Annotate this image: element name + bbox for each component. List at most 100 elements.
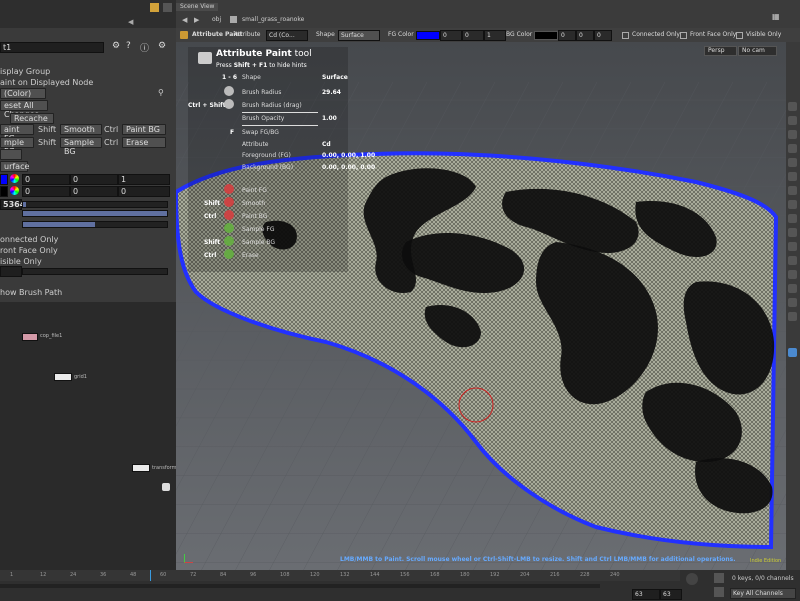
surface-dropdown[interactable]: urface	[0, 161, 29, 172]
info-icon[interactable]: ⓘ	[140, 41, 150, 54]
toolbar-fg-g[interactable]: 0	[462, 30, 484, 41]
color-wheel-icon-2[interactable]	[10, 186, 19, 195]
toolbar-attribute-dropdown[interactable]: Cd (Co...	[266, 30, 308, 41]
render-icon[interactable]	[788, 298, 797, 307]
toolbar-fg-swatch[interactable]	[416, 31, 440, 40]
timeline-tick: 156	[400, 572, 410, 578]
settings-icon[interactable]: ⚙	[158, 41, 168, 51]
display-options-icon[interactable]	[788, 130, 797, 139]
tab-scene-view[interactable]: Scene View	[176, 3, 219, 11]
toolbar-bg-r[interactable]: 0	[558, 30, 576, 41]
toolbar-bg-g[interactable]: 0	[576, 30, 594, 41]
forward-arrow-icon[interactable]: ▶	[194, 16, 199, 24]
timeline-tick: 204	[520, 572, 530, 578]
grid-icon[interactable]	[788, 214, 797, 223]
visible-field[interactable]	[0, 266, 22, 277]
bg-g-field[interactable]: 0	[70, 186, 118, 197]
transform-node[interactable]	[132, 464, 150, 472]
toolbar-front-face-only[interactable]: Front Face Only	[690, 31, 736, 38]
fg-color-swatch[interactable]	[0, 174, 8, 185]
front-face-only-label[interactable]: ront Face Only	[0, 246, 58, 257]
show-brush-path-label[interactable]: how Brush Path	[0, 288, 62, 299]
bg-color-swatch[interactable]	[0, 186, 8, 197]
toolbar-fg-b[interactable]: 1	[484, 30, 506, 41]
reset-all-changes-button[interactable]: eset All Changes	[0, 100, 48, 119]
hint-brush-radius-drag-label: Brush Radius (drag)	[242, 102, 302, 109]
node-name-field[interactable]: t1	[0, 42, 104, 53]
gear-icon[interactable]: ⚙	[112, 41, 122, 51]
visible-only-checkbox[interactable]	[736, 32, 743, 39]
visible-slider[interactable]	[22, 268, 168, 275]
geometry-spreadsheet-icon[interactable]	[788, 348, 797, 357]
current-frame-field[interactable]: 63	[632, 589, 660, 600]
paint-bg-button[interactable]: Paint BG	[122, 124, 166, 135]
layout-icon[interactable]: ▦	[772, 12, 782, 22]
fg-b-field[interactable]: 1	[118, 174, 170, 185]
shading-icon[interactable]	[788, 144, 797, 153]
front-face-checkbox[interactable]	[680, 32, 687, 39]
playhead[interactable]	[150, 570, 151, 581]
help-icon[interactable]: ?	[126, 41, 136, 51]
fg-r-field[interactable]: 0	[22, 174, 70, 185]
path-node[interactable]: small_grass_roanoke	[242, 16, 304, 23]
camera-menu[interactable]: No cam	[738, 46, 777, 56]
ctrl-mmb-icon	[224, 249, 234, 259]
location-icon[interactable]: ⚲	[158, 88, 164, 97]
connected-only-checkbox[interactable]	[622, 32, 629, 39]
back-arrow-icon[interactable]: ◀	[182, 16, 187, 24]
range-slider[interactable]	[0, 584, 600, 588]
bg-b-field[interactable]: 0	[118, 186, 170, 197]
flipbook-icon[interactable]	[788, 284, 797, 293]
toolbar-fg-r[interactable]: 0	[440, 30, 462, 41]
toolbar-shape-dropdown[interactable]: Surface	[338, 30, 380, 41]
toolbar-bg-b[interactable]: 0	[594, 30, 612, 41]
points-icon[interactable]	[788, 186, 797, 195]
erase-button[interactable]: Erase	[122, 137, 166, 148]
ghost-icon[interactable]	[788, 172, 797, 181]
smooth-button[interactable]: Smooth	[60, 124, 102, 135]
3d-viewport[interactable]: Persp No cam Attribute Paint tool Press …	[176, 42, 786, 570]
color-dropdown[interactable]: (Color)	[0, 88, 46, 99]
softness-slider[interactable]	[22, 221, 168, 228]
display-flag-icon[interactable]	[162, 483, 170, 491]
audio-icon[interactable]	[686, 573, 698, 585]
home-icon[interactable]	[788, 256, 797, 265]
opacity-slider[interactable]	[22, 210, 168, 217]
persp-menu[interactable]: Persp	[704, 46, 737, 56]
camera-icon[interactable]	[788, 270, 797, 279]
toolbar-bg-swatch[interactable]	[534, 31, 558, 40]
pin-icon[interactable]	[150, 3, 159, 12]
paint-fg-button[interactable]: aint FG	[0, 124, 34, 143]
bg-r-field[interactable]: 0	[22, 186, 70, 197]
light-icon[interactable]	[788, 116, 797, 125]
back-icon[interactable]: ◀	[128, 18, 137, 26]
path-obj[interactable]: obj	[212, 16, 221, 23]
wireframe-icon[interactable]	[788, 158, 797, 167]
lock-camera-icon[interactable]	[788, 102, 797, 111]
sample-bg-button[interactable]: Sample BG	[60, 137, 102, 156]
color-wheel-icon[interactable]	[10, 174, 19, 183]
connected-only-label[interactable]: onnected Only	[0, 235, 58, 246]
recache-button[interactable]: Recache	[10, 113, 54, 124]
hint-mouse-label: Sample BG	[242, 239, 276, 246]
frame-icon[interactable]	[788, 242, 797, 251]
fg-g-field[interactable]: 0	[70, 174, 118, 185]
key-all-channels-button[interactable]: Key All Channels	[730, 588, 796, 599]
fg-dropdown[interactable]	[0, 149, 22, 160]
normals-icon[interactable]	[788, 200, 797, 209]
visualizer-icon[interactable]	[788, 312, 797, 321]
sample-fg-button[interactable]: mple FG	[0, 137, 34, 156]
key-icon[interactable]	[714, 573, 724, 583]
key-all-icon[interactable]	[714, 587, 724, 597]
timeline[interactable]: 1 12 24 36 48 60 72 84 96 108 120 132 14…	[0, 570, 800, 601]
toolbar-visible-only[interactable]: Visible Only	[746, 31, 781, 38]
radius-field[interactable]: 5364	[0, 199, 25, 210]
cop-file-node[interactable]	[22, 333, 38, 341]
radius-slider[interactable]	[22, 201, 168, 208]
menu-icon[interactable]	[163, 3, 172, 12]
end-frame-field[interactable]: 63	[660, 589, 682, 600]
snap-icon[interactable]	[788, 228, 797, 237]
ctrl-lmb-icon	[224, 210, 234, 220]
toolbar-connected-only[interactable]: Connected Only	[632, 31, 680, 38]
grid-node[interactable]	[54, 373, 72, 381]
